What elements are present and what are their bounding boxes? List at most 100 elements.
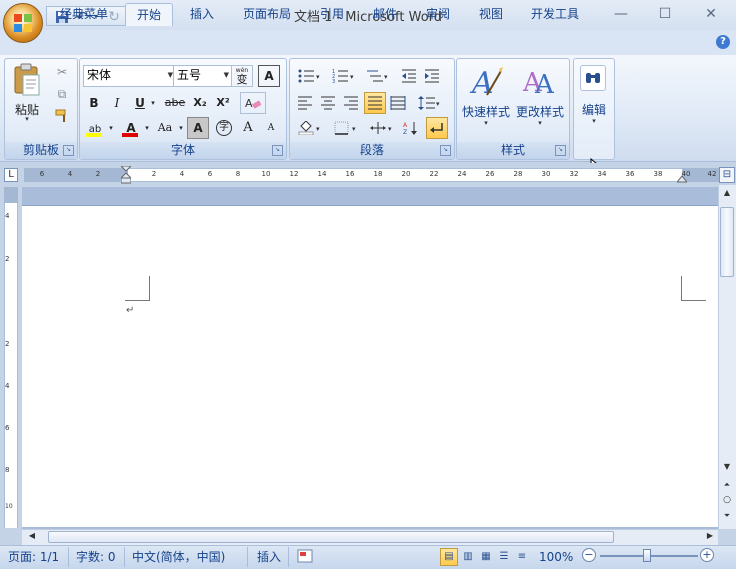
tab-home[interactable]: 开始 (125, 3, 173, 26)
align-right-button[interactable] (340, 92, 362, 114)
enclose-char-button[interactable]: 字 (213, 117, 235, 139)
bullets-button[interactable]: ▾ (294, 65, 326, 87)
view-ruler-icon[interactable]: ⊟ (719, 167, 735, 183)
zoom-level[interactable]: 100% (539, 550, 573, 564)
tab-references[interactable]: 引用 (310, 3, 354, 25)
ruler-number: 2 (95, 170, 101, 178)
increase-indent-button[interactable] (421, 65, 443, 87)
font-launcher-icon[interactable]: ↘ (272, 145, 283, 156)
paste-button[interactable]: 粘贴 ▾ (11, 61, 43, 125)
quick-styles-button[interactable]: A 快速样式 ▾ (459, 61, 513, 137)
view-draft-icon[interactable]: ≡ (513, 548, 531, 566)
view-full-screen-reading-icon[interactable]: ▥ (459, 548, 477, 566)
change-case-dropdown-icon[interactable]: ▾ (175, 117, 187, 139)
line-spacing-button[interactable]: ▾ (414, 92, 446, 114)
styles-launcher-icon[interactable]: ↘ (555, 145, 566, 156)
chinese-layout-button[interactable]: ▾ (366, 117, 398, 139)
strikethrough-button[interactable]: abe (162, 92, 188, 114)
multilevel-list-button[interactable]: ▾ (362, 65, 394, 87)
justify-button[interactable] (364, 92, 386, 114)
change-styles-label: 更改样式 (515, 105, 564, 119)
scroll-down-icon[interactable]: ▼ (721, 462, 733, 476)
copy-icon[interactable]: ⧉ (51, 83, 73, 105)
font-color-button[interactable]: A (119, 117, 143, 139)
horizontal-scroll-thumb[interactable] (48, 531, 614, 543)
status-page-count[interactable]: 页面: 1/1 (8, 550, 59, 564)
font-size-combo[interactable]: 五号 ▼ (173, 65, 232, 87)
numbering-button[interactable]: 1 2 3 ▾ (328, 65, 360, 87)
view-print-layout-icon[interactable]: ▤ (440, 548, 458, 566)
tab-selector-button[interactable]: L (4, 168, 18, 182)
tab-review[interactable]: 审阅 (416, 3, 460, 25)
indent-marker-icon[interactable] (119, 165, 133, 184)
ruler-number: 42 (707, 170, 717, 178)
tab-classic-menu[interactable]: 经典菜单 (52, 3, 116, 25)
zoom-slider-thumb[interactable] (643, 549, 651, 562)
bold-button[interactable]: B (83, 92, 105, 114)
font-group: 宋体 ▼ 五号 ▼ wén 变 A B I U ▾ abe X₂ X² A ab … (79, 58, 287, 160)
subscript-button[interactable]: X₂ (189, 92, 211, 114)
change-styles-button[interactable]: A A 更改样式 ▾ (513, 61, 567, 137)
align-center-button[interactable] (317, 92, 339, 114)
format-painter-icon[interactable] (51, 105, 73, 127)
editing-label: 编辑 (581, 103, 606, 117)
show-marks-button[interactable] (426, 117, 448, 139)
highlight-button[interactable]: ab (83, 117, 107, 139)
vertical-ruler[interactable] (4, 203, 18, 528)
scroll-right-icon[interactable]: ▶ (704, 531, 716, 543)
clipboard-launcher-icon[interactable]: ↘ (63, 145, 74, 156)
status-divider (288, 547, 289, 567)
grow-font-button[interactable]: A (237, 117, 259, 139)
paragraph-mark-icon (430, 123, 443, 133)
next-page-icon[interactable]: ⏷ (721, 511, 733, 525)
tab-mailings[interactable]: 邮件 (363, 3, 407, 25)
distributed-button[interactable] (387, 92, 409, 114)
char-border-button[interactable]: A (258, 65, 280, 87)
tab-page-layout[interactable]: 页面布局 (234, 3, 300, 25)
maximize-button[interactable]: ☐ (652, 4, 678, 24)
vertical-scroll-thumb[interactable] (720, 207, 734, 277)
tab-view[interactable]: 视图 (469, 3, 513, 25)
underline-dropdown-icon[interactable]: ▾ (147, 92, 159, 114)
superscript-button[interactable]: X² (212, 92, 234, 114)
change-case-button[interactable]: Aa (153, 117, 177, 139)
tab-insert[interactable]: 插入 (180, 3, 224, 25)
close-button[interactable]: ✕ (698, 4, 724, 24)
macro-record-icon[interactable] (297, 549, 313, 563)
paragraph-launcher-icon[interactable]: ↘ (440, 145, 451, 156)
help-icon[interactable]: ? (716, 35, 730, 49)
view-web-layout-icon[interactable]: ▦ (477, 548, 495, 566)
decrease-indent-button[interactable] (398, 65, 420, 87)
sort-button[interactable]: AZ (400, 117, 422, 139)
view-outline-icon[interactable]: ☰ (495, 548, 513, 566)
phonetic-guide-button[interactable]: wén 变 (231, 65, 253, 87)
char-shading-button[interactable]: A (187, 117, 209, 139)
minimize-button[interactable]: — (608, 4, 634, 24)
tab-developer[interactable]: 开发工具 (522, 3, 588, 25)
clear-formatting-button[interactable]: A (240, 92, 266, 114)
align-left-button[interactable] (294, 92, 316, 114)
borders-button[interactable]: ▾ (330, 117, 362, 139)
browse-object-icon[interactable]: ○ (721, 495, 733, 509)
status-insert-mode[interactable]: 插入 (257, 550, 281, 564)
status-word-count[interactable]: 字数: 0 (76, 550, 116, 564)
ruler-number: 8 (5, 466, 10, 474)
office-button[interactable] (3, 3, 43, 43)
shrink-font-button[interactable]: A (260, 117, 282, 139)
zoom-out-button[interactable]: − (582, 548, 596, 562)
svg-text:▾: ▾ (388, 125, 392, 133)
italic-button[interactable]: I (106, 92, 128, 114)
status-language[interactable]: 中文(简体，中国) (132, 550, 225, 564)
ruler-number: 28 (513, 170, 523, 178)
shading-button[interactable]: ▾ (294, 117, 326, 139)
zoom-in-button[interactable]: + (700, 548, 714, 562)
highlight-dropdown-icon[interactable]: ▾ (105, 117, 117, 139)
scroll-left-icon[interactable]: ◀ (26, 531, 38, 543)
document-page[interactable]: ↵ (22, 205, 718, 527)
scroll-up-icon[interactable]: ▲ (721, 188, 733, 202)
font-name-combo[interactable]: 宋体 ▼ (83, 65, 176, 87)
font-color-dropdown-icon[interactable]: ▾ (141, 117, 153, 139)
cut-icon[interactable]: ✂ (51, 61, 73, 83)
previous-page-icon[interactable]: ⏶ (721, 480, 733, 494)
editing-group[interactable]: 编辑 ▾ (573, 58, 615, 160)
